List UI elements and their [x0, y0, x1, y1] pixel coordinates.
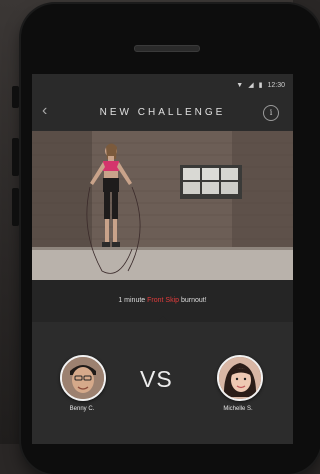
- caption-text-start: 1 minute: [118, 297, 148, 304]
- caption-text-end: burnout!: [179, 297, 207, 304]
- battery-icon: ▮: [258, 82, 263, 89]
- mute-switch: [12, 188, 19, 226]
- app-screen: ▼ ◢ ▮ 12:30 ‹ NEW CHALLENGE i 1 minute F…: [32, 74, 293, 444]
- caption-exercise-name: Front Skip: [147, 297, 180, 304]
- player2-avatar[interactable]: [217, 355, 263, 401]
- versus-panel: Benny C. VS Michelle S.: [32, 322, 293, 444]
- wifi-icon: ▼: [236, 81, 244, 89]
- versus-label: VS: [140, 366, 173, 392]
- challenge-image: [32, 131, 293, 281]
- player1-photo: [62, 357, 104, 399]
- info-button[interactable]: i: [263, 105, 279, 121]
- volume-down-button: [12, 138, 19, 176]
- nav-header: ‹ NEW CHALLENGE i: [32, 96, 293, 130]
- challenge-caption: 1 minute Front Skip burnout!: [32, 280, 293, 328]
- page-title: NEW CHALLENGE: [99, 107, 226, 118]
- player1-name: Benny C.: [69, 406, 95, 412]
- status-time: 12:30: [267, 81, 285, 89]
- speaker-grille: [134, 45, 200, 52]
- player1-avatar[interactable]: [60, 355, 106, 401]
- status-bar: ▼ ◢ ▮ 12:30: [32, 74, 293, 96]
- signal-icon: ◢: [248, 82, 254, 89]
- player2-photo: [219, 357, 261, 399]
- volume-up-button: [12, 86, 19, 108]
- jump-rope-illustration: [32, 131, 293, 281]
- player2-name: Michelle S.: [223, 406, 253, 412]
